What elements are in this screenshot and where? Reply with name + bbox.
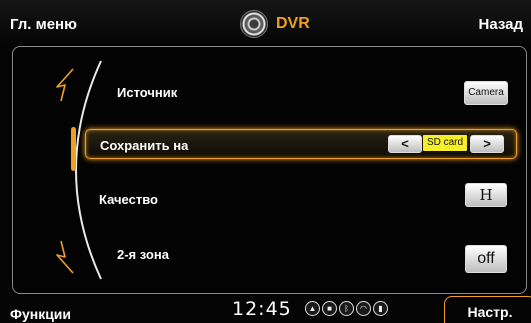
- tab-settings[interactable]: Настр.: [444, 296, 531, 323]
- dvr-settings-screen: Гл. меню DVR Назад Источник Camera Сохра…: [0, 0, 531, 323]
- scroll-thumb[interactable]: [71, 127, 76, 171]
- bottom-bar: Функции 12:45 ▲ ■ ᛒ ◠ ▮ Настр.: [0, 296, 531, 323]
- quality-button[interactable]: H: [465, 183, 507, 207]
- main-menu-button[interactable]: Гл. меню: [10, 16, 77, 33]
- clock: 12:45: [232, 298, 292, 320]
- storage-next-button[interactable]: >: [470, 135, 504, 153]
- wifi-icon: ◠: [356, 301, 371, 316]
- back-button[interactable]: Назад: [479, 16, 523, 33]
- storage-prev-button[interactable]: <: [388, 135, 422, 153]
- arrow-up-icon[interactable]: [51, 65, 77, 105]
- source-camera-button[interactable]: Camera: [464, 81, 508, 105]
- status-icons: ▲ ■ ᛒ ◠ ▮: [305, 301, 388, 316]
- quality-label: Качество: [99, 192, 158, 207]
- save-to-label: Сохранить на: [100, 138, 189, 153]
- source-label: Источник: [117, 85, 178, 100]
- second-zone-label: 2-я зона: [117, 247, 169, 262]
- camera-icon: ■: [322, 301, 337, 316]
- settings-panel: Источник Camera Сохранить на < SD card >…: [12, 46, 527, 294]
- tab-functions[interactable]: Функции: [10, 306, 71, 322]
- arrow-down-icon[interactable]: [51, 237, 77, 277]
- signal-icon: ▮: [373, 301, 388, 316]
- navigation-icon: ▲: [305, 301, 320, 316]
- screen-title: DVR: [240, 9, 310, 39]
- bluetooth-icon: ᛒ: [339, 301, 354, 316]
- top-bar: Гл. меню DVR Назад: [0, 0, 531, 44]
- storage-value: SD card: [423, 135, 467, 151]
- camera-lens-icon: [240, 10, 268, 38]
- second-zone-button[interactable]: off: [465, 245, 507, 273]
- scroll-arc: [75, 60, 102, 280]
- page-title: DVR: [276, 15, 310, 32]
